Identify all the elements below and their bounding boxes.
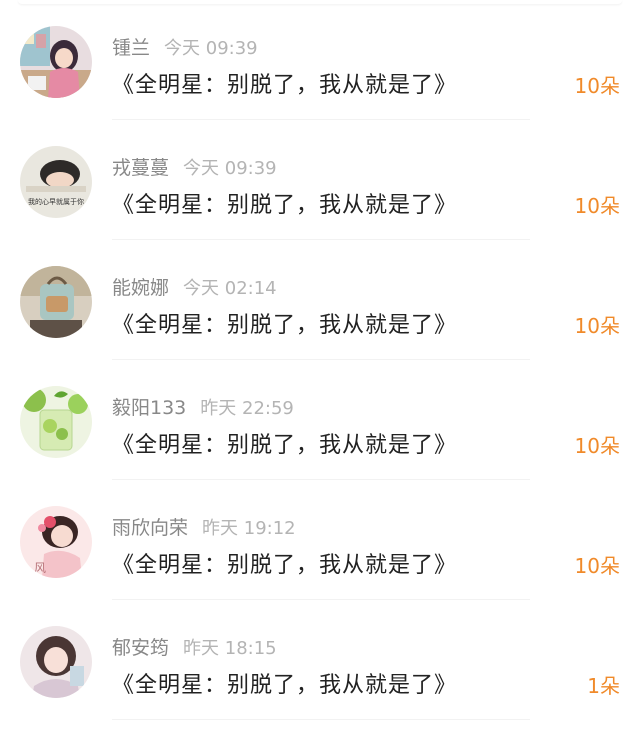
user-name[interactable]: 戎蔓蔓 今天 09:39 xyxy=(112,153,277,180)
avatar-backpack-icon xyxy=(20,266,92,338)
list-item[interactable]: 郁安筠 昨天 18:15 《全明星：别脱了，我从就是了》 1朵 xyxy=(0,600,640,720)
book-title[interactable]: 《全明星：别脱了，我从就是了》 xyxy=(112,307,457,339)
list-item[interactable]: 能婉娜 今天 02:14 《全明星：别脱了，我从就是了》 10朵 xyxy=(0,240,640,360)
book-title[interactable]: 《全明星：别脱了，我从就是了》 xyxy=(112,427,457,459)
avatar[interactable] xyxy=(20,266,92,338)
flower-count: 10朵 xyxy=(574,194,620,218)
avatar-girl-portrait-icon xyxy=(20,626,92,698)
timestamp: 今天 09:39 xyxy=(164,38,258,59)
user-name[interactable]: 郁安筠 昨天 18:15 xyxy=(112,633,277,660)
list-item[interactable]: 锺兰 今天 09:39 《全明星：别脱了，我从就是了》 10朵 xyxy=(0,0,640,120)
avatar-sleeping-girl-icon: 我的心早就属于你 xyxy=(20,146,92,218)
user-name-text: 雨欣向荣 xyxy=(112,517,189,539)
flower-count: 10朵 xyxy=(574,74,620,98)
flower-count: 10朵 xyxy=(574,554,620,578)
avatar-lime-drink-icon xyxy=(20,386,92,458)
avatar[interactable] xyxy=(20,626,92,698)
avatar[interactable]: 风 xyxy=(20,506,92,578)
timestamp: 昨天 18:15 xyxy=(183,638,277,659)
timestamp: 昨天 22:59 xyxy=(200,398,294,419)
timestamp: 昨天 19:12 xyxy=(202,518,296,539)
user-name-text: 戎蔓蔓 xyxy=(112,157,170,179)
list-item[interactable]: 我的心早就属于你 戎蔓蔓 今天 09:39 《全明星：别脱了，我从就是了》 10朵 xyxy=(0,120,640,240)
avatar[interactable] xyxy=(20,26,92,98)
flower-count: 1朵 xyxy=(587,674,620,698)
avatar[interactable] xyxy=(20,386,92,458)
book-title[interactable]: 《全明星：别脱了，我从就是了》 xyxy=(112,667,457,699)
book-title[interactable]: 《全明星：别脱了，我从就是了》 xyxy=(112,547,457,579)
user-name-text: 郁安筠 xyxy=(112,637,170,659)
list-item[interactable]: 毅阳133 昨天 22:59 《全明星：别脱了，我从就是了》 10朵 xyxy=(0,360,640,480)
divider xyxy=(112,719,530,720)
timestamp: 今天 02:14 xyxy=(183,278,277,299)
user-name[interactable]: 能婉娜 今天 02:14 xyxy=(112,273,277,300)
flower-count: 10朵 xyxy=(574,434,620,458)
book-title[interactable]: 《全明星：别脱了，我从就是了》 xyxy=(112,67,457,99)
avatar-girl-flowers-icon: 风 xyxy=(20,506,92,578)
avatar-caption: 风 xyxy=(34,561,46,575)
flower-count: 10朵 xyxy=(574,314,620,338)
user-name[interactable]: 雨欣向荣 昨天 19:12 xyxy=(112,513,296,540)
avatar-girl-drawing-icon xyxy=(20,26,92,98)
avatar-caption: 我的心早就属于你 xyxy=(28,197,84,206)
timestamp: 今天 09:39 xyxy=(183,158,277,179)
user-name-text: 毅阳133 xyxy=(112,397,187,419)
avatar[interactable]: 我的心早就属于你 xyxy=(20,146,92,218)
user-name[interactable]: 毅阳133 昨天 22:59 xyxy=(112,393,294,420)
user-name-text: 能婉娜 xyxy=(112,277,170,299)
user-name[interactable]: 锺兰 今天 09:39 xyxy=(112,33,258,60)
list-item[interactable]: 风 雨欣向荣 昨天 19:12 《全明星：别脱了，我从就是了》 10朵 xyxy=(0,480,640,600)
user-name-text: 锺兰 xyxy=(112,37,151,59)
book-title[interactable]: 《全明星：别脱了，我从就是了》 xyxy=(112,187,457,219)
